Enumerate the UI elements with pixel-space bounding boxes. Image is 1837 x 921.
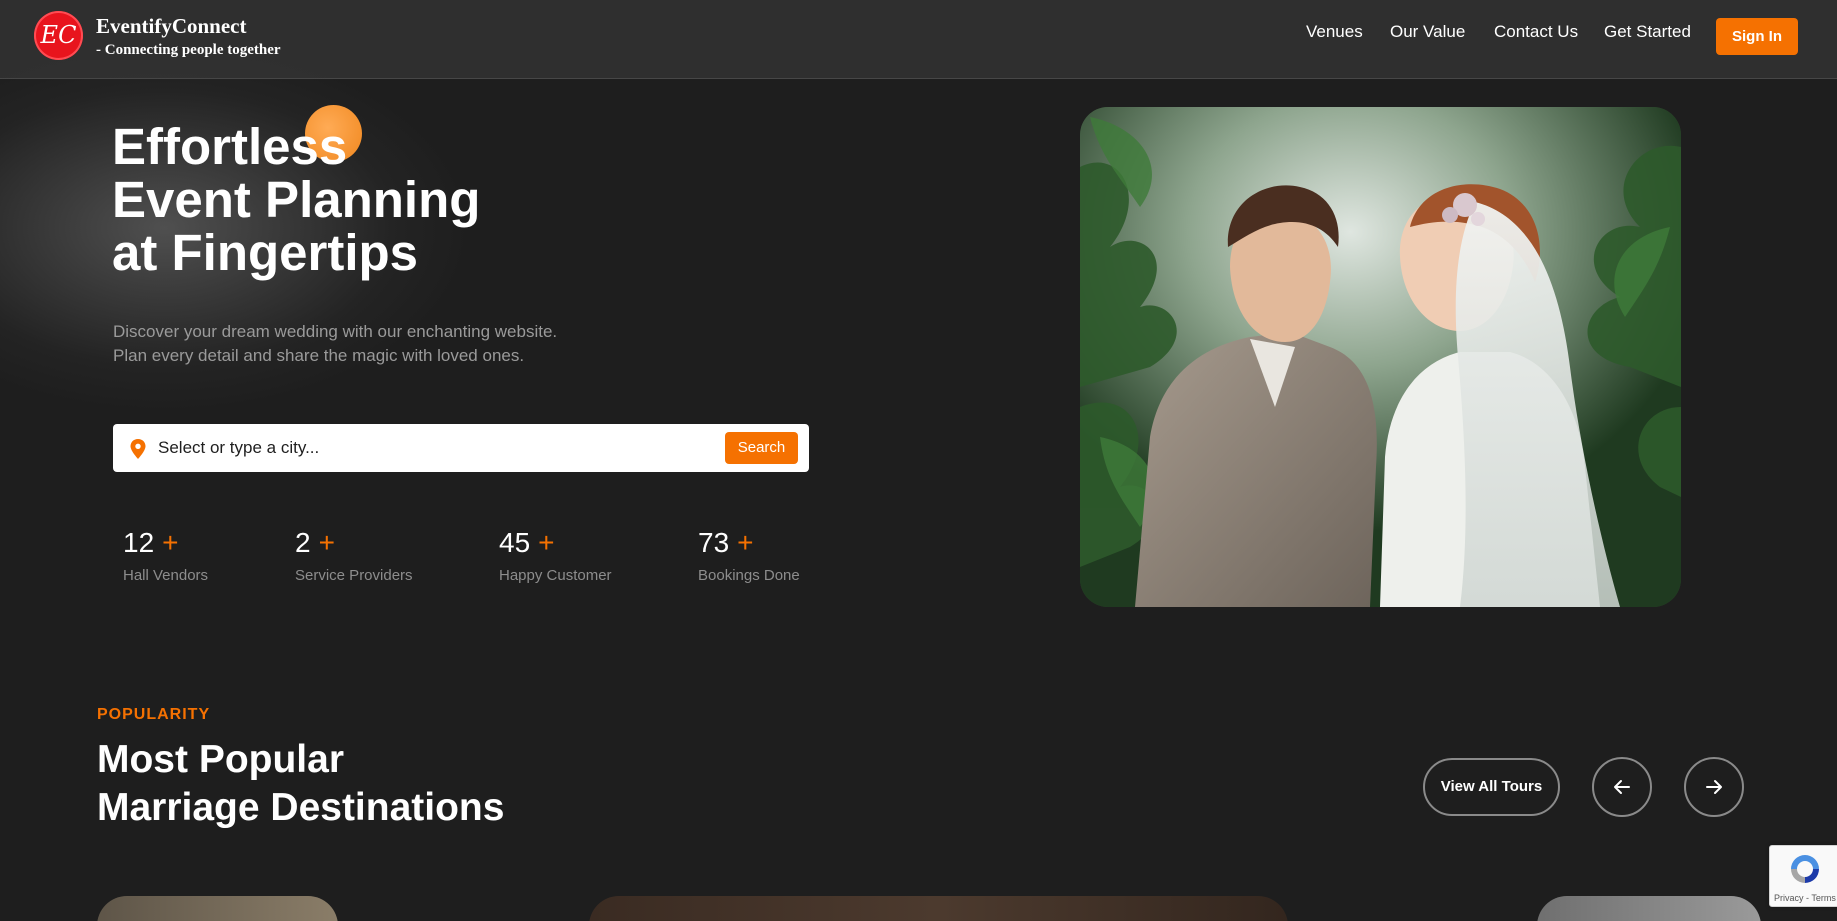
nav-link-our-value[interactable]: Our Value: [1390, 22, 1465, 42]
hero-subtitle-line-2: Plan every detail and share the magic wi…: [113, 346, 525, 365]
stat-label: Happy Customer: [499, 567, 612, 584]
section-title-line-2: Marriage Destinations: [97, 786, 505, 829]
recaptcha-icon: [1791, 855, 1819, 883]
section-title-line-1: Most Popular: [97, 738, 345, 781]
hero-title: Effortless Event Planning at Fingertips: [112, 120, 480, 279]
city-search-input[interactable]: [158, 424, 718, 472]
nav-link-contact-us[interactable]: Contact Us: [1494, 22, 1578, 42]
hero-subtitle-line-1: Discover your dream wedding with our enc…: [113, 322, 558, 341]
destination-card[interactable]: [1537, 896, 1761, 921]
brand-logo-icon[interactable]: EC: [34, 11, 83, 60]
nav-link-venues[interactable]: Venues: [1306, 22, 1363, 42]
stat-service-providers: 2 + Service Providers: [295, 527, 413, 584]
arrow-right-icon: [1706, 780, 1722, 794]
recaptcha-badge[interactable]: Privacy - Terms: [1769, 845, 1837, 907]
stat-plus: +: [318, 527, 335, 558]
hero-title-line-2: Event Planning: [112, 171, 481, 228]
view-all-tours-button[interactable]: View All Tours: [1423, 758, 1560, 816]
stat-happy-customer: 45 + Happy Customer: [499, 527, 612, 584]
stat-value: 45: [499, 527, 531, 558]
sign-in-button[interactable]: Sign In: [1716, 18, 1798, 55]
carousel-next-button[interactable]: [1684, 757, 1744, 817]
stat-value: 2: [295, 527, 311, 558]
stat-plus: +: [737, 527, 754, 558]
stat-label: Service Providers: [295, 567, 413, 584]
brand-monogram: EC: [40, 21, 77, 49]
city-search-bar: Search: [113, 424, 809, 472]
stat-plus: +: [162, 527, 179, 558]
hero-title-line-1: Effortless: [112, 118, 348, 175]
recaptcha-links[interactable]: Privacy - Terms: [1774, 893, 1836, 903]
destination-card[interactable]: [97, 896, 338, 921]
nav-link-get-started[interactable]: Get Started: [1604, 22, 1691, 42]
hero-title-line-3: at Fingertips: [112, 224, 419, 281]
stat-hall-vendors: 12 + Hall Vendors: [123, 527, 208, 584]
hero-subtitle: Discover your dream wedding with our enc…: [113, 320, 557, 368]
section-title: Most Popular Marriage Destinations: [97, 736, 504, 832]
location-pin-icon: [130, 439, 146, 459]
stat-label: Bookings Done: [698, 567, 800, 584]
carousel-prev-button[interactable]: [1592, 757, 1652, 817]
stat-plus: +: [538, 527, 555, 558]
stat-label: Hall Vendors: [123, 567, 209, 584]
destination-card[interactable]: [589, 896, 1288, 921]
brand-tagline: - Connecting people together: [96, 42, 281, 58]
section-kicker: POPULARITY: [97, 706, 211, 723]
stat-value: 12: [123, 527, 155, 558]
stat-bookings-done: 73 + Bookings Done: [698, 527, 800, 584]
wedding-couple-photo: [1080, 107, 1681, 607]
brand-name[interactable]: EventifyConnect: [96, 14, 247, 39]
arrow-left-icon: [1614, 780, 1630, 794]
search-button[interactable]: Search: [725, 432, 798, 464]
stat-value: 73: [698, 527, 730, 558]
